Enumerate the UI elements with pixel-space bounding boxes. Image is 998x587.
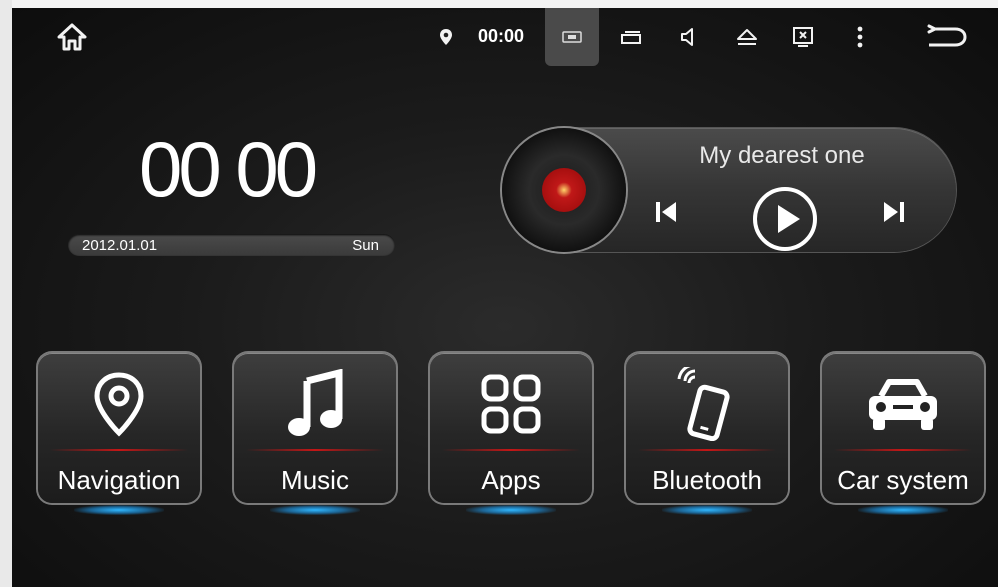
screen-mirror-icon[interactable] — [557, 22, 587, 52]
song-title: My dearest one — [699, 142, 865, 169]
eject-icon[interactable] — [730, 22, 764, 52]
app-tile-bluetooth[interactable]: Bluetooth — [626, 353, 788, 515]
app-label: Car system — [837, 465, 969, 495]
play-button[interactable] — [752, 186, 818, 252]
top-border — [12, 0, 998, 8]
date-bar: 2012.01.01 Sun — [68, 234, 395, 256]
apps-grid-icon — [430, 369, 592, 439]
vinyl-label — [542, 168, 586, 212]
app-label: Navigation — [57, 465, 181, 495]
window-switch-icon[interactable] — [616, 22, 646, 52]
app-tile-apps[interactable]: Apps — [430, 353, 592, 515]
tile-underline — [638, 449, 776, 451]
skip-next-icon — [884, 202, 904, 222]
date-text: 2012.01.01 — [82, 237, 158, 254]
clock-time[interactable]: 00 00 — [139, 130, 318, 208]
app-tile-navigation[interactable]: Navigation — [38, 353, 200, 515]
close-screen-icon[interactable] — [788, 22, 818, 52]
app-tile-car-system[interactable]: Car system — [822, 353, 984, 515]
car-icon — [822, 369, 984, 439]
tile-glow — [74, 505, 164, 515]
day-text: Sun — [352, 237, 379, 254]
tile-underline — [834, 449, 972, 451]
more-vertical-icon[interactable] — [850, 22, 870, 52]
skip-previous-icon — [656, 202, 676, 222]
music-widget[interactable]: My dearest one — [502, 128, 956, 252]
back-icon[interactable] — [924, 22, 970, 52]
home-screen: 00:00 00 00 2012.01.01 Sun My dearest on… — [12, 8, 998, 587]
status-time: 00:00 — [478, 26, 525, 46]
tile-glow — [662, 505, 752, 515]
status-bar: 00:00 — [12, 8, 998, 66]
tile-underline — [50, 449, 188, 451]
tile-glow — [466, 505, 556, 515]
app-label: Music — [281, 465, 349, 495]
volume-icon[interactable] — [674, 22, 704, 52]
app-tile-music[interactable]: Music — [234, 353, 396, 515]
previous-track-button[interactable] — [646, 192, 686, 232]
vinyl-record-icon[interactable] — [502, 128, 626, 252]
next-track-button[interactable] — [874, 192, 914, 232]
tile-underline — [442, 449, 580, 451]
left-border — [0, 0, 12, 587]
tile-glow — [270, 505, 360, 515]
location-pin-icon — [436, 22, 456, 52]
location-pin-icon — [38, 369, 200, 439]
tile-glow — [858, 505, 948, 515]
app-label: Apps — [481, 465, 541, 495]
play-icon — [753, 187, 817, 251]
tile-underline — [246, 449, 384, 451]
phone-signal-icon — [626, 367, 788, 441]
home-icon[interactable] — [52, 22, 92, 52]
music-note-icon — [234, 369, 396, 439]
app-label: Bluetooth — [652, 465, 762, 495]
